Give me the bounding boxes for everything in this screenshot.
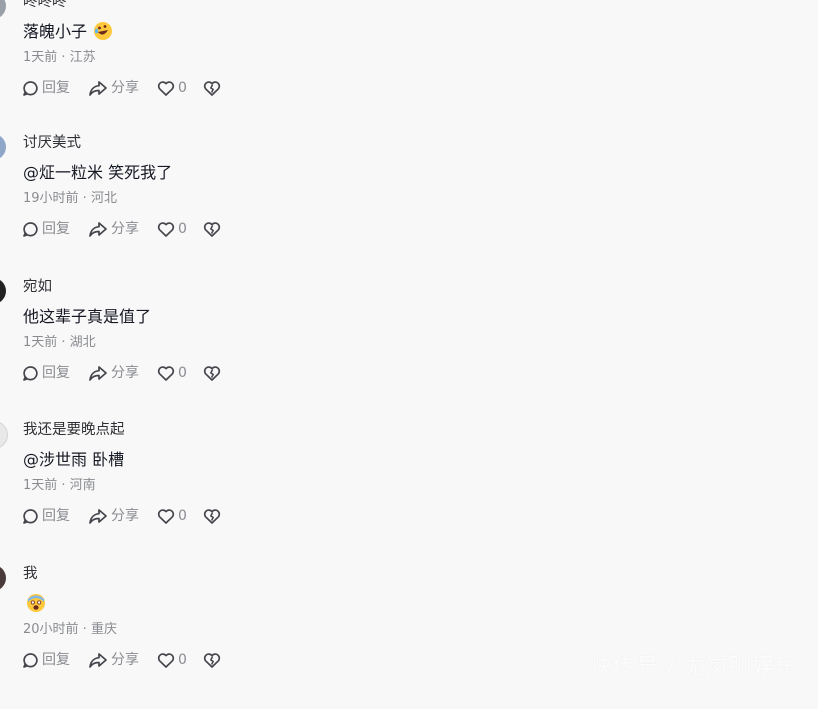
comment-meta: 20小时前 · 重庆 — [23, 622, 117, 637]
comment-meta: 1天前 · 江苏 — [23, 50, 96, 65]
like-count: 0 — [178, 221, 187, 237]
comment-username[interactable]: 我还是要晚点起 — [23, 421, 125, 439]
like-button[interactable]: 0 — [157, 220, 187, 238]
comment-text: 落魄小子 — [23, 21, 113, 47]
comment-username[interactable]: 讨厌美式 — [23, 134, 81, 152]
avatar[interactable] — [0, 565, 6, 591]
share-label: 分享 — [111, 652, 139, 668]
avatar[interactable] — [0, 421, 8, 449]
comment-bubble-icon — [23, 365, 38, 381]
share-button[interactable]: 分享 — [88, 651, 139, 669]
share-label: 分享 — [111, 508, 139, 524]
reply-button[interactable]: 回复 — [22, 507, 70, 525]
share-arrow-icon — [89, 221, 107, 237]
reply-label: 回复 — [42, 652, 70, 668]
avatar[interactable] — [0, 0, 6, 19]
reply-button[interactable]: 回复 — [22, 79, 70, 97]
broken-heart-icon — [203, 221, 221, 237]
share-button[interactable]: 分享 — [88, 79, 139, 97]
comment-text: @炡一粒米 笑死我了 — [23, 163, 173, 182]
comment-text: @涉世雨 卧槽 — [23, 450, 125, 469]
heart-icon — [157, 652, 175, 668]
comment-bubble-icon — [23, 652, 38, 668]
watermark: 快传号 / 尤岚聊娱乐 — [590, 655, 799, 680]
like-button[interactable]: 0 — [157, 364, 187, 382]
share-arrow-icon — [89, 652, 107, 668]
comment-item: 讨厌美式 @炡一粒米 笑死我了 19小时前 · 河北 回复 分享 0 — [0, 134, 818, 278]
share-arrow-icon — [89, 365, 107, 381]
dislike-button[interactable] — [203, 220, 221, 238]
share-button[interactable]: 分享 — [88, 507, 139, 525]
rofl-emoji-icon — [93, 21, 113, 47]
heart-icon — [157, 365, 175, 381]
comment-text: 他这辈子真是值了 — [23, 307, 152, 326]
like-count: 0 — [178, 365, 187, 381]
scream-emoji-icon — [26, 593, 46, 619]
like-count: 0 — [178, 508, 187, 524]
reply-button[interactable]: 回复 — [22, 220, 70, 238]
comment-bubble-icon — [23, 221, 38, 237]
share-button[interactable]: 分享 — [88, 220, 139, 238]
share-label: 分享 — [111, 80, 139, 96]
comment-text-value: 落魄小子 — [23, 22, 88, 41]
heart-icon — [157, 221, 175, 237]
comment-meta: 1天前 · 河南 — [23, 478, 96, 493]
broken-heart-icon — [203, 80, 221, 96]
reply-button[interactable]: 回复 — [22, 651, 70, 669]
like-button[interactable]: 0 — [157, 507, 187, 525]
comment-text — [23, 593, 46, 619]
reply-label: 回复 — [42, 80, 70, 96]
comment-meta: 1天前 · 湖北 — [23, 335, 96, 350]
comment-username[interactable]: 咚咚咚 — [23, 0, 67, 11]
avatar[interactable] — [0, 278, 6, 304]
share-label: 分享 — [111, 365, 139, 381]
dislike-button[interactable] — [203, 364, 221, 382]
comment-username[interactable]: 我 — [23, 565, 38, 583]
comment-username[interactable]: 宛如 — [23, 278, 52, 296]
broken-heart-icon — [203, 365, 221, 381]
like-count: 0 — [178, 652, 187, 668]
heart-icon — [157, 80, 175, 96]
share-arrow-icon — [89, 80, 107, 96]
comment-meta: 19小时前 · 河北 — [23, 191, 117, 206]
comment-item: 我 20小时前 · 重庆 回复 分享 0 — [0, 565, 818, 709]
share-arrow-icon — [89, 508, 107, 524]
dislike-button[interactable] — [203, 79, 221, 97]
heart-icon — [157, 508, 175, 524]
avatar[interactable] — [0, 134, 6, 160]
dislike-button[interactable] — [203, 507, 221, 525]
broken-heart-icon — [203, 508, 221, 524]
like-button[interactable]: 0 — [157, 651, 187, 669]
dislike-button[interactable] — [203, 651, 221, 669]
comment-item: 咚咚咚 落魄小子 1天前 · 江苏 回复 分享 0 — [0, 0, 818, 137]
like-button[interactable]: 0 — [157, 79, 187, 97]
share-label: 分享 — [111, 221, 139, 237]
comment-bubble-icon — [23, 80, 38, 96]
broken-heart-icon — [203, 652, 221, 668]
reply-label: 回复 — [42, 221, 70, 237]
comment-item: 我还是要晚点起 @涉世雨 卧槽 1天前 · 河南 回复 分享 0 — [0, 421, 818, 565]
comment-item: 宛如 他这辈子真是值了 1天前 · 湖北 回复 分享 0 — [0, 278, 818, 422]
comment-bubble-icon — [23, 508, 38, 524]
reply-label: 回复 — [42, 508, 70, 524]
like-count: 0 — [178, 80, 187, 96]
reply-button[interactable]: 回复 — [22, 364, 70, 382]
share-button[interactable]: 分享 — [88, 364, 139, 382]
reply-label: 回复 — [42, 365, 70, 381]
